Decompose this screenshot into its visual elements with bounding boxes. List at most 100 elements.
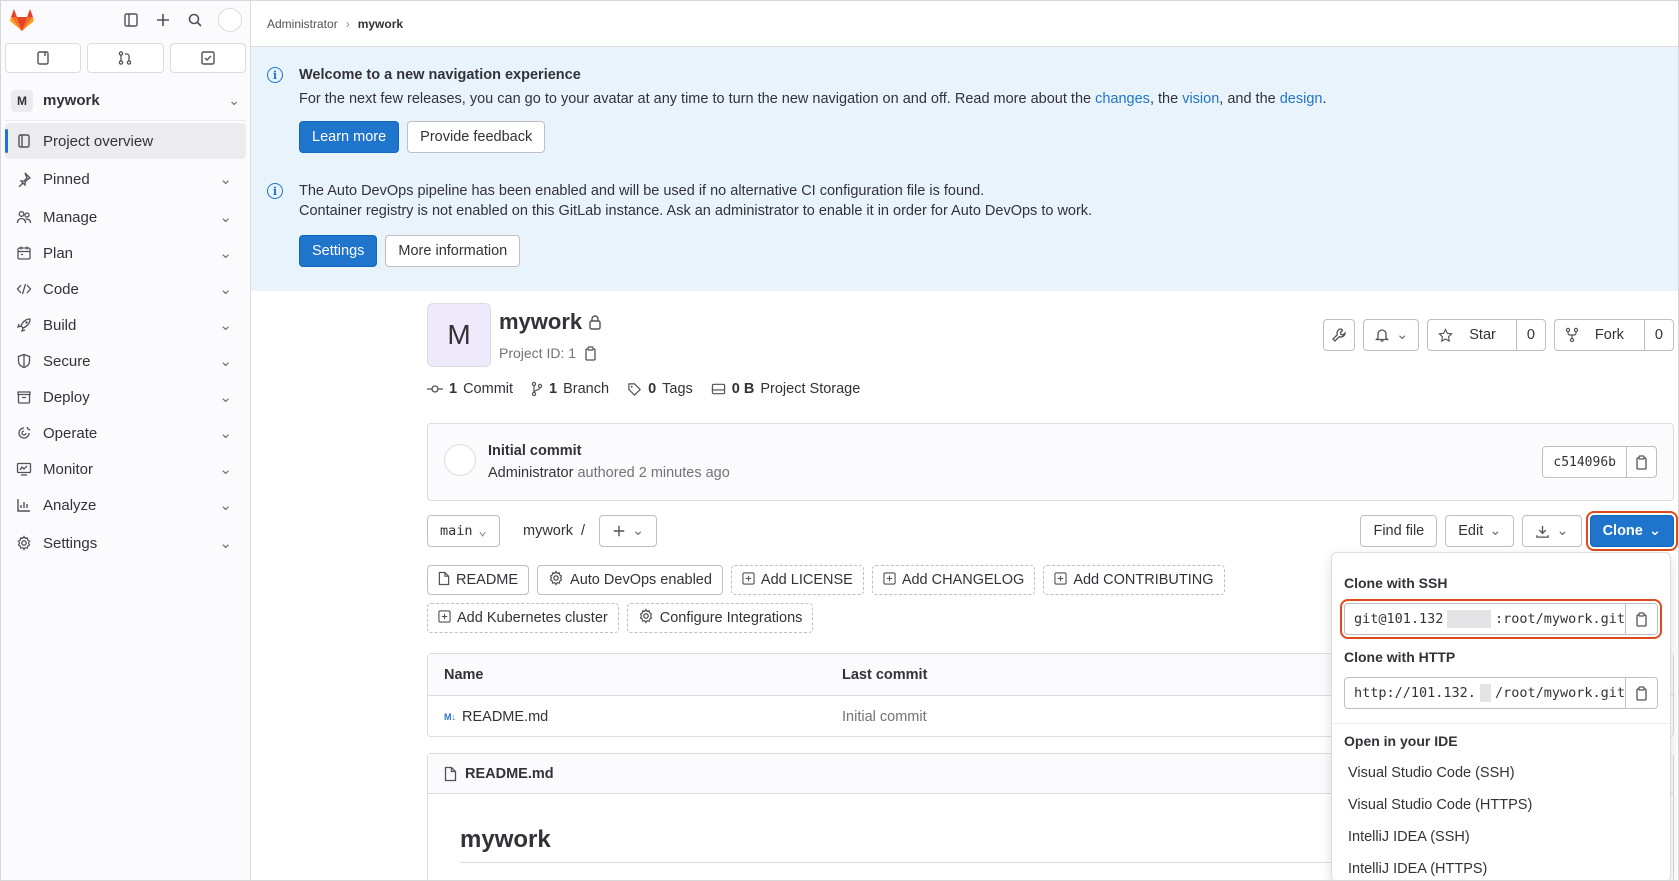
tags-stat[interactable]: 0 Tags bbox=[627, 381, 693, 397]
readme-filename[interactable]: README.md bbox=[465, 766, 554, 782]
shortcut-chip-add-license[interactable]: Add LICENSE bbox=[730, 565, 864, 595]
bell-icon bbox=[1375, 329, 1390, 342]
branch-icon bbox=[531, 381, 543, 397]
shortcut-chip-add-contributing[interactable]: Add CONTRIBUTING bbox=[1043, 565, 1225, 595]
toggle-sidebar-icon[interactable] bbox=[118, 7, 144, 33]
commit-author[interactable]: Administrator bbox=[488, 465, 573, 481]
divider bbox=[1332, 723, 1670, 724]
project-stats: 1 Commit 1 Branch 0 Tags 0 B Project Storage bbox=[427, 381, 860, 397]
plus-square-icon bbox=[742, 571, 755, 589]
project-id: Project ID: 1 bbox=[499, 345, 597, 361]
merge-requests-icon[interactable] bbox=[87, 43, 164, 73]
shortcut-chip-add-kubernetes-cluster[interactable]: Add Kubernetes cluster bbox=[427, 603, 619, 633]
sidebar-item-plan[interactable]: Plan ⌄ bbox=[5, 235, 246, 271]
chevron-down-icon: ⌄ bbox=[478, 523, 487, 539]
alert-text-part: . bbox=[1322, 91, 1327, 107]
auto-devops-alert: i The Auto DevOps pipeline has been enab… bbox=[267, 181, 1662, 267]
file-name[interactable]: README.md bbox=[462, 709, 548, 725]
ide-title: Open in your IDE bbox=[1344, 733, 1458, 749]
add-to-tree-dropdown[interactable]: ⌄ bbox=[599, 515, 658, 547]
wrench-icon[interactable] bbox=[1323, 319, 1356, 351]
find-file-button[interactable]: Find file bbox=[1360, 515, 1438, 547]
star-count[interactable]: 0 bbox=[1515, 320, 1545, 350]
sidebar-item-settings[interactable]: Settings ⌄ bbox=[5, 525, 246, 561]
download-dropdown[interactable]: ⌄ bbox=[1522, 515, 1582, 547]
commit-title[interactable]: Initial commit bbox=[488, 443, 581, 459]
design-link[interactable]: design bbox=[1280, 91, 1323, 107]
sidebar-item-label: Build bbox=[43, 316, 77, 334]
provide-feedback-button[interactable]: Provide feedback bbox=[407, 121, 546, 153]
branch-selector[interactable]: main ⌄ bbox=[427, 515, 500, 547]
sidebar-item-manage[interactable]: Manage ⌄ bbox=[5, 199, 246, 235]
copy-icon[interactable] bbox=[1625, 604, 1657, 634]
fork-button[interactable]: Fork 0 bbox=[1553, 319, 1674, 351]
copy-icon[interactable] bbox=[1625, 678, 1657, 708]
learn-more-button[interactable]: Learn more bbox=[299, 121, 400, 153]
shortcut-chip-add-changelog[interactable]: Add CHANGELOG bbox=[871, 565, 1036, 595]
ide-item-vscode-ssh[interactable]: Visual Studio Code (SSH) bbox=[1348, 765, 1515, 781]
fork-count[interactable]: 0 bbox=[1643, 320, 1673, 350]
edit-dropdown[interactable]: Edit ⌄ bbox=[1445, 515, 1515, 547]
sidebar-item-code[interactable]: Code ⌄ bbox=[5, 271, 246, 307]
sidebar-item-label: Deploy bbox=[43, 388, 90, 406]
todos-icon[interactable] bbox=[169, 43, 246, 73]
sidebar-item-build[interactable]: Build ⌄ bbox=[5, 307, 246, 343]
breadcrumb-parent[interactable]: Administrator bbox=[267, 17, 338, 31]
plus-square-icon bbox=[1054, 571, 1067, 589]
sidebar-item-pinned[interactable]: Pinned ⌄ bbox=[5, 161, 246, 197]
issues-icon[interactable] bbox=[5, 43, 82, 73]
ssh-url-suffix: :root/mywork.git bbox=[1494, 611, 1625, 627]
fork-icon bbox=[1565, 327, 1579, 343]
gitlab-logo[interactable] bbox=[9, 8, 35, 32]
sidebar-item-label: Analyze bbox=[43, 496, 97, 514]
user-avatar[interactable] bbox=[218, 8, 242, 32]
vision-link[interactable]: vision bbox=[1182, 91, 1219, 107]
clone-dropdown-button[interactable]: Clone ⌄ bbox=[1585, 511, 1678, 551]
plus-icon[interactable] bbox=[150, 7, 176, 33]
settings-button[interactable]: Settings bbox=[299, 235, 378, 267]
sidebar-item-analyze[interactable]: Analyze ⌄ bbox=[5, 487, 246, 523]
copy-icon[interactable] bbox=[1626, 447, 1656, 477]
copy-icon[interactable] bbox=[584, 345, 597, 361]
breadcrumb-current[interactable]: mywork bbox=[358, 17, 403, 31]
redacted-block bbox=[1447, 610, 1491, 628]
sidebar-item-project-overview[interactable]: Project overview bbox=[5, 123, 246, 159]
sidebar-item-operate[interactable]: Operate ⌄ bbox=[5, 415, 246, 451]
project-context-switcher[interactable]: M mywork ⌄ bbox=[5, 81, 246, 121]
project-shortcut-chips: README Auto DevOps enabled Add LICENSE Add … bbox=[427, 565, 1297, 633]
branches-stat[interactable]: 1 Branch bbox=[531, 381, 609, 397]
commits-stat[interactable]: 1 Commit bbox=[427, 381, 513, 397]
sidebar-item-deploy[interactable]: Deploy ⌄ bbox=[5, 379, 246, 415]
chart-icon bbox=[15, 496, 33, 514]
ssh-url-value[interactable]: git@101.132:root/mywork.git bbox=[1345, 604, 1625, 634]
star-icon bbox=[1438, 327, 1454, 342]
branches-count: 1 bbox=[549, 381, 558, 397]
commit-sha-text[interactable]: c514096b bbox=[1543, 447, 1626, 477]
shortcut-chip-configure-integrations[interactable]: Configure Integrations bbox=[626, 603, 814, 633]
sidebar-item-label: Plan bbox=[43, 244, 74, 262]
http-url-value[interactable]: http://101.132. /root/mywork.git bbox=[1345, 678, 1625, 708]
more-information-button[interactable]: More information bbox=[385, 235, 521, 267]
pin-icon bbox=[15, 170, 33, 188]
http-url-field[interactable]: http://101.132. /root/mywork.git bbox=[1344, 677, 1658, 709]
gear-icon bbox=[638, 608, 654, 628]
repo-path-name[interactable]: mywork bbox=[523, 523, 573, 539]
fork-text: Fork bbox=[1594, 327, 1624, 343]
sidebar-item-monitor[interactable]: Monitor ⌄ bbox=[5, 451, 246, 487]
repository-toolbar: main ⌄ mywork / ⌄ Find file Edit ⌄ ⌄ Clone… bbox=[427, 511, 1678, 551]
changes-link[interactable]: changes bbox=[1095, 91, 1150, 107]
sidebar-item-secure[interactable]: Secure ⌄ bbox=[5, 343, 246, 379]
chevron-down-icon: ⌄ bbox=[219, 317, 232, 334]
ide-item-vscode-https[interactable]: Visual Studio Code (HTTPS) bbox=[1348, 797, 1532, 813]
star-button[interactable]: Star 0 bbox=[1427, 319, 1546, 351]
storage-stat[interactable]: 0 B Project Storage bbox=[711, 381, 860, 397]
shortcut-chip-readme[interactable]: README bbox=[427, 565, 530, 595]
commit-author-avatar[interactable] bbox=[444, 444, 476, 476]
ide-item-intellij-https[interactable]: IntelliJ IDEA (HTTPS) bbox=[1348, 861, 1487, 877]
ssh-url-field[interactable]: git@101.132:root/mywork.git bbox=[1340, 599, 1662, 639]
notification-dropdown[interactable]: ⌄ bbox=[1363, 319, 1420, 351]
shortcut-chip-auto-devops-enabled[interactable]: Auto DevOps enabled bbox=[537, 565, 723, 595]
ide-item-intellij-ssh[interactable]: IntelliJ IDEA (SSH) bbox=[1348, 829, 1470, 845]
file-icon bbox=[444, 766, 457, 781]
search-icon[interactable] bbox=[182, 7, 208, 33]
